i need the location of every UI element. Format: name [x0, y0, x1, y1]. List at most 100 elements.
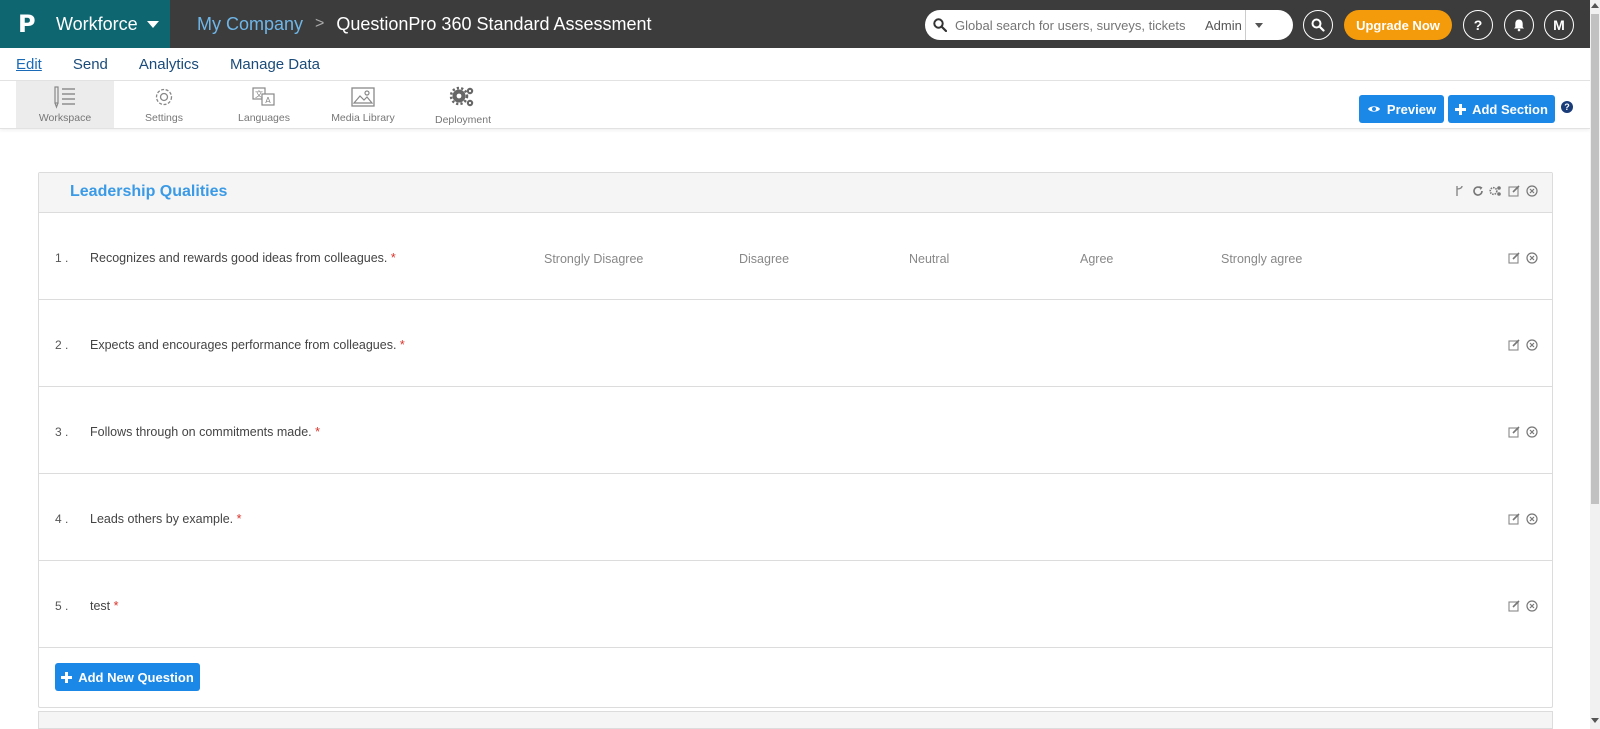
question-text[interactable]: test * — [90, 599, 119, 613]
branch-icon[interactable] — [1453, 184, 1466, 197]
close-circle-icon[interactable] — [1525, 338, 1538, 351]
scrollbar-thumb[interactable] — [1591, 14, 1599, 504]
add-new-question-label: Add New Question — [78, 669, 194, 685]
question-actions — [1507, 251, 1538, 264]
translate-icon: 文 A — [252, 87, 275, 106]
close-circle-icon[interactable] — [1525, 251, 1538, 264]
scale-label: Agree — [1080, 252, 1114, 266]
gears-icon — [449, 86, 474, 107]
edit-icon[interactable] — [1507, 251, 1520, 264]
edit-toolbar: Workspace Settings 文 A Languages Media L… — [0, 81, 1590, 129]
question-actions — [1507, 599, 1538, 612]
nav-edit[interactable]: Edit — [16, 56, 42, 73]
preview-label: Preview — [1386, 101, 1437, 117]
caret-down-icon — [146, 20, 159, 28]
scale-label: Disagree — [739, 252, 790, 266]
breadcrumb-company[interactable]: My Company — [197, 14, 303, 35]
product-name: Workforce — [56, 13, 138, 34]
question-text[interactable]: Expects and encourages performance from … — [90, 338, 405, 352]
product-switcher[interactable]: P Workforce — [0, 0, 170, 48]
close-circle-icon[interactable] — [1525, 184, 1538, 197]
tool-label: Languages — [238, 112, 290, 124]
search-scope-label[interactable]: Admin — [1205, 18, 1245, 33]
required-marker: * — [315, 425, 320, 439]
question-label: test — [90, 599, 111, 613]
close-circle-icon[interactable] — [1525, 512, 1538, 525]
question-row: 1 . Recognizes and rewards good ideas fr… — [39, 213, 1552, 300]
nav-manage-data[interactable]: Manage Data — [230, 56, 320, 73]
plus-icon — [1455, 103, 1467, 115]
question-number: 2 . — [55, 338, 69, 352]
tool-languages[interactable]: 文 A Languages — [215, 81, 313, 128]
survey-title: QuestionPro 360 Standard Assessment — [336, 13, 652, 34]
question-row: 3 . Follows through on commitments made.… — [39, 387, 1552, 474]
caret-down-icon — [1254, 22, 1263, 28]
add-new-question-button[interactable]: Add New Question — [55, 663, 200, 691]
nav-send[interactable]: Send — [73, 56, 108, 73]
tool-settings[interactable]: Settings — [115, 81, 213, 128]
required-marker: * — [236, 512, 242, 526]
help-button[interactable]: ? — [1463, 10, 1493, 40]
question-text[interactable]: Leads others by example. * — [90, 512, 242, 526]
question-text[interactable]: Recognizes and rewards good ideas from c… — [90, 251, 396, 265]
section-leadership-qualities: Leadership Qualities 1 . Recognizes and … — [38, 172, 1553, 708]
edit-icon[interactable] — [1507, 512, 1520, 525]
question-text[interactable]: Follows through on commitments made. * — [90, 425, 320, 439]
upgrade-now-button[interactable]: Upgrade Now — [1344, 10, 1452, 40]
gear-icon — [155, 88, 173, 106]
tool-label: Workspace — [38, 112, 92, 124]
refresh-icon[interactable] — [1471, 184, 1484, 197]
add-section-button[interactable]: Add Section — [1448, 95, 1555, 123]
tool-label: Media Library — [331, 112, 395, 124]
tool-media-library[interactable]: Media Library — [314, 81, 412, 128]
question-actions — [1507, 512, 1538, 525]
question-mark-icon: ? — [1473, 17, 1483, 33]
scale-label: Strongly Disagree — [544, 252, 644, 266]
chevron-right-icon: > — [315, 15, 325, 32]
edit-icon[interactable] — [1507, 425, 1520, 438]
search-button[interactable] — [1303, 10, 1333, 40]
questionpro-logo: P — [18, 10, 36, 38]
search-icon — [925, 18, 955, 32]
help-icon[interactable]: ? — [1561, 101, 1573, 113]
avatar[interactable]: M — [1544, 10, 1574, 40]
question-row: 4 . Leads others by example. * — [39, 474, 1552, 561]
question-number: 4 . — [55, 512, 69, 526]
tool-label: Deployment — [434, 114, 492, 126]
close-circle-icon[interactable] — [1525, 425, 1538, 438]
section-header: Leadership Qualities — [39, 173, 1552, 213]
edit-icon[interactable] — [1507, 599, 1520, 612]
bell-icon — [1514, 19, 1524, 32]
close-circle-icon[interactable] — [1525, 599, 1538, 612]
nav-analytics[interactable]: Analytics — [139, 56, 199, 73]
gears-icon[interactable] — [1489, 184, 1502, 197]
eye-icon — [1367, 106, 1380, 112]
tool-workspace[interactable]: Workspace — [16, 81, 114, 128]
section-title[interactable]: Leadership Qualities — [70, 183, 227, 201]
tool-label: Settings — [145, 112, 183, 124]
search-scope-dropdown[interactable] — [1245, 10, 1271, 40]
search-input[interactable] — [955, 17, 1205, 33]
plus-icon — [61, 671, 73, 683]
question-number: 3 . — [55, 425, 69, 439]
preview-button[interactable]: Preview — [1359, 95, 1444, 123]
question-actions — [1507, 338, 1538, 351]
edit-icon[interactable] — [1507, 338, 1520, 351]
next-section-header — [38, 711, 1553, 729]
question-label: Leads others by example. — [90, 512, 234, 526]
question-row: 5 . test * — [39, 561, 1552, 648]
scroll-down-icon[interactable] — [1591, 718, 1599, 723]
required-marker: * — [113, 599, 119, 613]
svg-text:文: 文 — [255, 89, 263, 99]
required-marker: * — [399, 338, 405, 352]
scroll-up-icon[interactable] — [1591, 3, 1599, 8]
question-label: Follows through on commitments made. — [90, 425, 312, 439]
question-number: 5 . — [55, 599, 69, 613]
notifications-button[interactable] — [1504, 10, 1534, 40]
tool-deployment[interactable]: Deployment — [414, 81, 512, 128]
image-icon — [351, 87, 375, 107]
avatar-initial: M — [1553, 17, 1565, 33]
edit-icon[interactable] — [1507, 184, 1520, 197]
vertical-scrollbar[interactable] — [1590, 0, 1600, 729]
scale-label: Strongly agree — [1221, 252, 1303, 266]
